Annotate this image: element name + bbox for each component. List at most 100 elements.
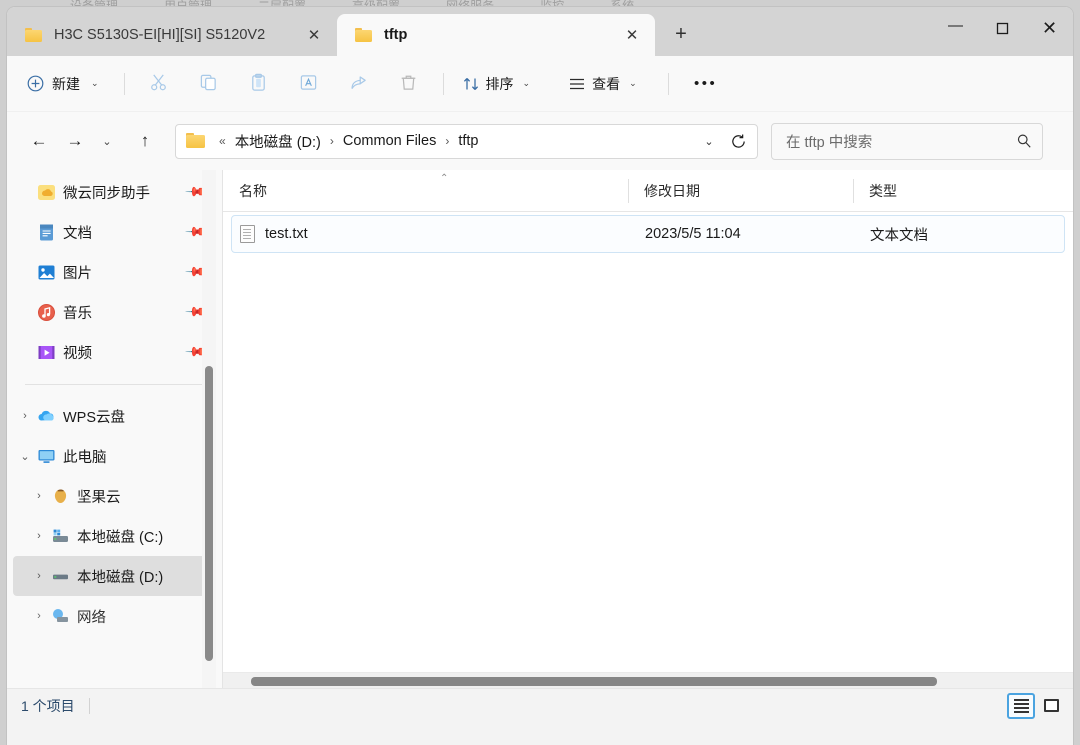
chevron-right-icon[interactable]: › bbox=[13, 410, 37, 422]
music-icon bbox=[37, 303, 63, 322]
file-modified-cell: 2023/5/5 11:04 bbox=[645, 226, 741, 242]
delete-button[interactable] bbox=[389, 66, 429, 102]
drive-c-icon bbox=[51, 527, 77, 546]
drive-d-icon bbox=[51, 567, 77, 586]
rename-button[interactable] bbox=[289, 66, 329, 102]
titlebar: H3C S5130S-EI[HI][SI] S5120V2 ✕ tftp ✕ +… bbox=[7, 7, 1073, 56]
cloud-icon bbox=[37, 407, 63, 426]
sidebar-item-label: 音乐 bbox=[63, 305, 92, 322]
column-header-label: 修改日期 bbox=[644, 182, 700, 199]
tiles-view-button[interactable] bbox=[1037, 693, 1065, 719]
new-button-label: 新建 bbox=[52, 75, 80, 92]
sidebar-item-documents[interactable]: 文档 📌 bbox=[13, 212, 214, 252]
sidebar-item-drive-d[interactable]: › 本地磁盘 (D:) bbox=[13, 556, 215, 596]
folder-icon bbox=[186, 133, 205, 149]
file-list-pane: 名称 修改日期 类型 ⌃ test.txt 2023/5/5 11:04 文本文… bbox=[223, 170, 1073, 688]
maximize-button[interactable] bbox=[979, 7, 1026, 49]
chevron-right-icon[interactable]: › bbox=[27, 490, 51, 502]
tab-h3c-switch[interactable]: H3C S5130S-EI[HI][SI] S5120V2 ✕ bbox=[7, 14, 337, 56]
text-file-icon bbox=[240, 225, 255, 243]
minimize-button[interactable]: — bbox=[932, 7, 979, 49]
weiyun-icon bbox=[37, 183, 63, 202]
sidebar-item-videos[interactable]: 视频 📌 bbox=[13, 332, 214, 372]
tab-label: tftp bbox=[384, 27, 408, 43]
up-button[interactable]: ↑ bbox=[127, 123, 163, 159]
more-options-button[interactable]: ••• bbox=[686, 66, 726, 102]
refresh-icon bbox=[731, 134, 745, 148]
horizontal-scrollbar[interactable] bbox=[223, 672, 1073, 688]
column-header-name[interactable]: 名称 bbox=[223, 170, 628, 212]
file-rows: test.txt 2023/5/5 11:04 文本文档 bbox=[223, 212, 1073, 672]
breadcrumb-item-common-files[interactable]: Common Files bbox=[341, 133, 438, 149]
address-bar-actions: ⌄ bbox=[695, 127, 753, 156]
pictures-icon bbox=[37, 263, 63, 282]
sidebar-item-nutstore[interactable]: › 坚果云 bbox=[13, 476, 214, 516]
file-explorer-window: H3C S5130S-EI[HI][SI] S5120V2 ✕ tftp ✕ +… bbox=[6, 6, 1074, 745]
sidebar-item-label: 视频 bbox=[63, 345, 92, 362]
sidebar-scrollbar[interactable] bbox=[202, 170, 217, 688]
window-controls: — ✕ bbox=[932, 7, 1073, 49]
copy-button[interactable] bbox=[189, 66, 229, 102]
sort-button-label: 排序 bbox=[485, 75, 514, 92]
sidebar-item-music[interactable]: 音乐 📌 bbox=[13, 292, 214, 332]
tiles-view-icon bbox=[1043, 699, 1059, 712]
chevron-down-icon[interactable]: ⌄ bbox=[13, 450, 37, 463]
sidebar-item-drive-c[interactable]: › 本地磁盘 (C:) bbox=[13, 516, 214, 556]
column-header-label: 类型 bbox=[869, 182, 897, 199]
chevron-right-icon[interactable]: › bbox=[27, 610, 51, 622]
recent-locations-button[interactable]: ⌄ bbox=[93, 123, 121, 159]
sidebar-item-pictures[interactable]: 图片 📌 bbox=[13, 252, 214, 292]
sort-button[interactable]: 排序 ⌄ bbox=[453, 66, 540, 102]
close-button[interactable]: ✕ bbox=[1026, 7, 1073, 49]
sidebar-item-weiyun[interactable]: 微云同步助手 📌 bbox=[13, 172, 214, 212]
refresh-button[interactable] bbox=[723, 127, 753, 156]
chevron-down-icon[interactable]: ⌄ bbox=[695, 127, 723, 156]
details-view-button[interactable] bbox=[1007, 692, 1035, 719]
chevron-right-icon[interactable]: › bbox=[27, 530, 51, 542]
toolbar-divider bbox=[123, 72, 125, 95]
folder-icon bbox=[25, 28, 42, 42]
sidebar-item-label: 本地磁盘 (C:) bbox=[77, 529, 164, 546]
new-tab-button[interactable]: + bbox=[663, 16, 699, 52]
close-icon[interactable]: ✕ bbox=[619, 22, 645, 48]
column-header-type[interactable]: 类型 bbox=[853, 170, 1063, 212]
back-button[interactable]: ← bbox=[21, 123, 57, 159]
file-name-cell: test.txt bbox=[232, 225, 629, 243]
sidebar-item-label: 微云同步助手 bbox=[63, 185, 150, 202]
sidebar-item-this-pc[interactable]: ⌄ 此电脑 bbox=[13, 436, 214, 476]
network-icon bbox=[51, 607, 77, 626]
tab-tftp[interactable]: tftp ✕ bbox=[337, 14, 655, 56]
details-view-icon bbox=[1013, 698, 1029, 713]
search-box[interactable]: 在 tftp 中搜索 bbox=[771, 122, 1043, 160]
documents-icon bbox=[37, 223, 63, 242]
breadcrumb-separator: › bbox=[329, 134, 334, 148]
column-header-modified[interactable]: 修改日期 bbox=[628, 170, 853, 212]
search-input[interactable]: 在 tftp 中搜索 bbox=[786, 131, 1016, 152]
sidebar-item-label: 文档 bbox=[63, 225, 92, 242]
quick-access-list: 微云同步助手 📌 文档 📌 图片 📌 音乐 📌 视频 📌 › WPS云盘 ⌄ 此… bbox=[7, 170, 222, 636]
chevron-right-icon[interactable]: › bbox=[27, 570, 51, 582]
view-button-label: 查看 bbox=[592, 75, 621, 92]
tab-strip: H3C S5130S-EI[HI][SI] S5120V2 ✕ tftp ✕ + bbox=[7, 7, 699, 56]
sidebar-item-label: WPS云盘 bbox=[63, 409, 126, 426]
breadcrumb-item-tftp[interactable]: tftp bbox=[456, 133, 480, 149]
sidebar-item-wps-cloud[interactable]: › WPS云盘 bbox=[13, 396, 214, 436]
close-icon[interactable]: ✕ bbox=[301, 22, 327, 48]
new-button[interactable]: 新建 ⌄ bbox=[19, 66, 109, 102]
address-bar[interactable]: « 本地磁盘 (D:) › Common Files › tftp ⌄ bbox=[175, 123, 758, 159]
forward-button[interactable]: → bbox=[57, 123, 93, 159]
sidebar-scrollbar-thumb[interactable] bbox=[205, 366, 214, 661]
paste-button[interactable] bbox=[239, 66, 279, 102]
sidebar-item-network[interactable]: › 网络 bbox=[13, 596, 214, 636]
file-type-cell: 文本文档 bbox=[870, 227, 928, 244]
horizontal-scrollbar-thumb[interactable] bbox=[251, 677, 937, 686]
sidebar-item-label: 此电脑 bbox=[63, 449, 107, 466]
breadcrumb-item-drive[interactable]: 本地磁盘 (D:) bbox=[233, 131, 323, 152]
table-row[interactable]: test.txt 2023/5/5 11:04 文本文档 bbox=[231, 215, 1065, 253]
cut-button[interactable] bbox=[139, 66, 179, 102]
navigation-bar: ← → ⌄ ↑ « 本地磁盘 (D:) › Common Files › tft… bbox=[7, 112, 1073, 170]
share-button[interactable] bbox=[339, 66, 379, 102]
status-bar: 1 个项目 bbox=[7, 688, 1073, 722]
view-button[interactable]: 查看 ⌄ bbox=[559, 66, 646, 102]
sidebar-item-label: 坚果云 bbox=[77, 489, 121, 506]
